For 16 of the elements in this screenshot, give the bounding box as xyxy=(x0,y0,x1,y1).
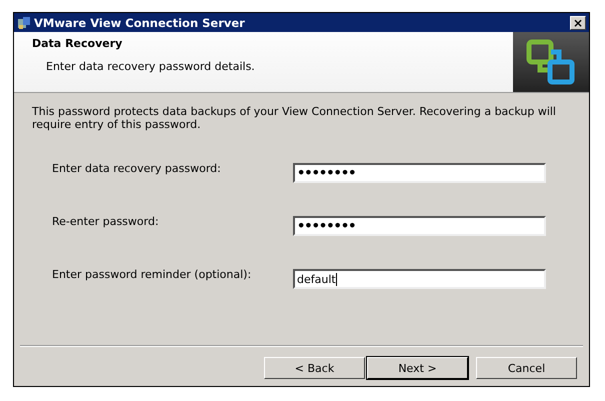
logo-icon xyxy=(526,39,576,85)
window-title: VMware View Connection Server xyxy=(34,16,246,30)
password-field[interactable]: •••••••• xyxy=(293,216,546,236)
wizard-button[interactable]: Next > xyxy=(367,357,468,379)
wizard-button[interactable]: < Back xyxy=(264,357,365,379)
page-title: Data Recovery xyxy=(32,37,124,50)
input-field[interactable]: default xyxy=(293,269,546,289)
wizard-button[interactable]: Cancel xyxy=(476,357,577,379)
description-text: This password protects data backups of your View Connection Server. Recovering a backup will require entry of this password. xyxy=(32,105,557,131)
password-field[interactable]: •••••••• xyxy=(293,163,546,183)
page-subtitle: Enter data recovery password details. xyxy=(45,60,256,73)
field-label: Enter data recovery password: xyxy=(52,162,222,175)
field-label: Enter password reminder (optional): xyxy=(52,268,252,281)
app-icon xyxy=(17,16,31,30)
field-label: Re-enter password: xyxy=(52,215,160,228)
close-button[interactable]: × xyxy=(570,16,586,30)
